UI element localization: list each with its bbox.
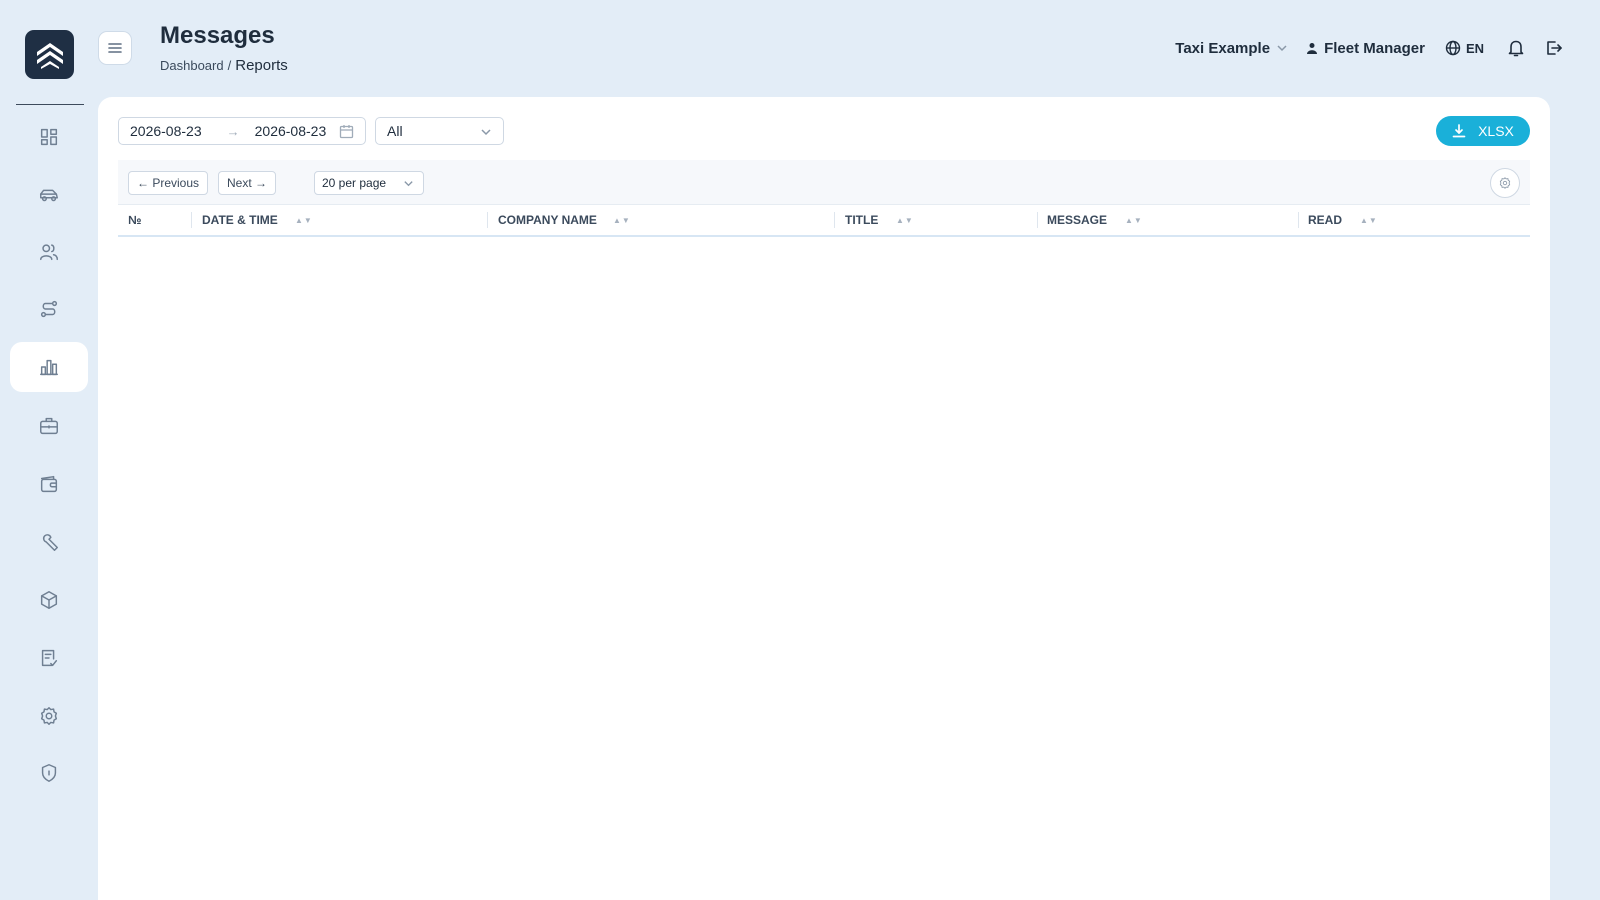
column-separator: [487, 212, 488, 228]
breadcrumb: Dashboard / Reports: [160, 57, 288, 74]
column-separator: [191, 212, 192, 228]
hamburger-icon: [108, 43, 122, 53]
page-title: Messages: [160, 22, 275, 49]
chevron-down-icon: [481, 129, 491, 136]
user-icon: [1307, 43, 1318, 54]
car-icon: [40, 189, 58, 202]
sidebar-item-finance[interactable]: [10, 459, 88, 509]
sidebar-item-users[interactable]: [10, 227, 88, 277]
sidebar-item-routes[interactable]: [10, 284, 88, 334]
per-page-select[interactable]: 20 per page: [314, 171, 424, 195]
range-arrow: →: [226, 123, 240, 139]
download-icon: [1452, 124, 1466, 138]
calendar-icon: [339, 125, 354, 139]
column-header-read[interactable]: Read: [1308, 205, 1342, 235]
chevron-down-icon: [1277, 45, 1287, 52]
sort-icon[interactable]: ▲▼: [1360, 216, 1378, 225]
export-xlsx-button[interactable]: XLSX: [1436, 116, 1530, 146]
logout-icon[interactable]: [1544, 38, 1564, 58]
gear-icon: [40, 707, 58, 725]
language-select[interactable]: EN: [1445, 40, 1484, 56]
globe-icon: [1445, 40, 1461, 56]
sidebar-item-vehicles[interactable]: [10, 170, 88, 220]
sort-icon[interactable]: ▲▼: [295, 216, 313, 225]
wallet-icon: [40, 475, 58, 493]
language-code: EN: [1465, 40, 1484, 56]
column-header-message[interactable]: Message: [1047, 205, 1107, 235]
column-header-company-name[interactable]: Company Name: [498, 205, 597, 235]
date-range-picker[interactable]: 2026-08-23 → 2026-08-23: [118, 117, 366, 145]
user-menu[interactable]: Fleet Manager: [1306, 40, 1425, 57]
gear-icon: [1499, 177, 1511, 189]
sidebar-item-settings[interactable]: [10, 691, 88, 741]
logo-icon: [36, 42, 63, 69]
header-actions: Taxi Example Fleet Manager EN: [1175, 38, 1564, 58]
column-separator: [1298, 212, 1299, 228]
shield-icon: [41, 764, 57, 782]
route-icon: [40, 300, 58, 318]
chevron-down-icon: [404, 181, 413, 187]
users-icon: [40, 244, 58, 261]
company-select[interactable]: Taxi Example: [1175, 40, 1288, 57]
briefcase-icon: [40, 417, 58, 435]
bell-icon[interactable]: [1506, 38, 1526, 58]
bar-chart-icon: [40, 359, 58, 376]
breadcrumb-root[interactable]: Dashboard: [160, 58, 224, 73]
export-label: XLSX: [1478, 123, 1514, 139]
sidebar-item-inventory[interactable]: [10, 575, 88, 625]
sidebar-divider: [16, 104, 84, 105]
breadcrumb-separator: /: [227, 58, 232, 73]
next-page-button[interactable]: Next →: [218, 171, 276, 195]
table-toolbar: ← Previous Next → 20 per page: [118, 160, 1530, 205]
checklist-icon: [41, 649, 58, 667]
column-separator: [834, 212, 835, 228]
column-header-date-time[interactable]: Date & Time: [202, 205, 278, 235]
table-header: № Date & Time ▲▼ Company Name ▲▼ Title ▲…: [118, 205, 1530, 237]
sidebar-item-dashboard[interactable]: [10, 112, 88, 162]
app-logo[interactable]: [25, 30, 74, 79]
sidebar-item-business[interactable]: [10, 401, 88, 451]
sidebar-item-security[interactable]: [10, 748, 88, 798]
company-name: Taxi Example: [1175, 39, 1271, 57]
menu-toggle-button[interactable]: [98, 31, 132, 65]
type-filter-value: All: [387, 123, 403, 139]
user-role: Fleet Manager: [1324, 39, 1425, 57]
dashboard-icon: [40, 128, 58, 146]
column-header-title[interactable]: Title: [845, 205, 878, 235]
content-card: 2026-08-23 → 2026-08-23 All XLSX ← Previ…: [98, 97, 1550, 900]
column-separator: [1037, 212, 1038, 228]
sidebar-item-reports[interactable]: [10, 342, 88, 392]
breadcrumb-current: Reports: [235, 57, 288, 74]
sidebar-item-maintenance[interactable]: [10, 517, 88, 567]
previous-page-button[interactable]: ← Previous: [128, 171, 208, 195]
sort-icon[interactable]: ▲▼: [1125, 216, 1143, 225]
sidebar-item-inspections[interactable]: [10, 633, 88, 683]
sort-icon[interactable]: ▲▼: [896, 216, 914, 225]
date-from[interactable]: 2026-08-23: [130, 123, 202, 139]
per-page-value: 20 per page: [322, 176, 387, 190]
sort-icon[interactable]: ▲▼: [613, 216, 631, 225]
table-settings-button[interactable]: [1490, 168, 1520, 198]
type-filter-select[interactable]: All: [375, 117, 504, 145]
date-to[interactable]: 2026-08-23: [255, 123, 327, 139]
column-header-number: №: [128, 213, 142, 227]
wrench-icon: [42, 534, 58, 551]
box-icon: [40, 591, 58, 609]
